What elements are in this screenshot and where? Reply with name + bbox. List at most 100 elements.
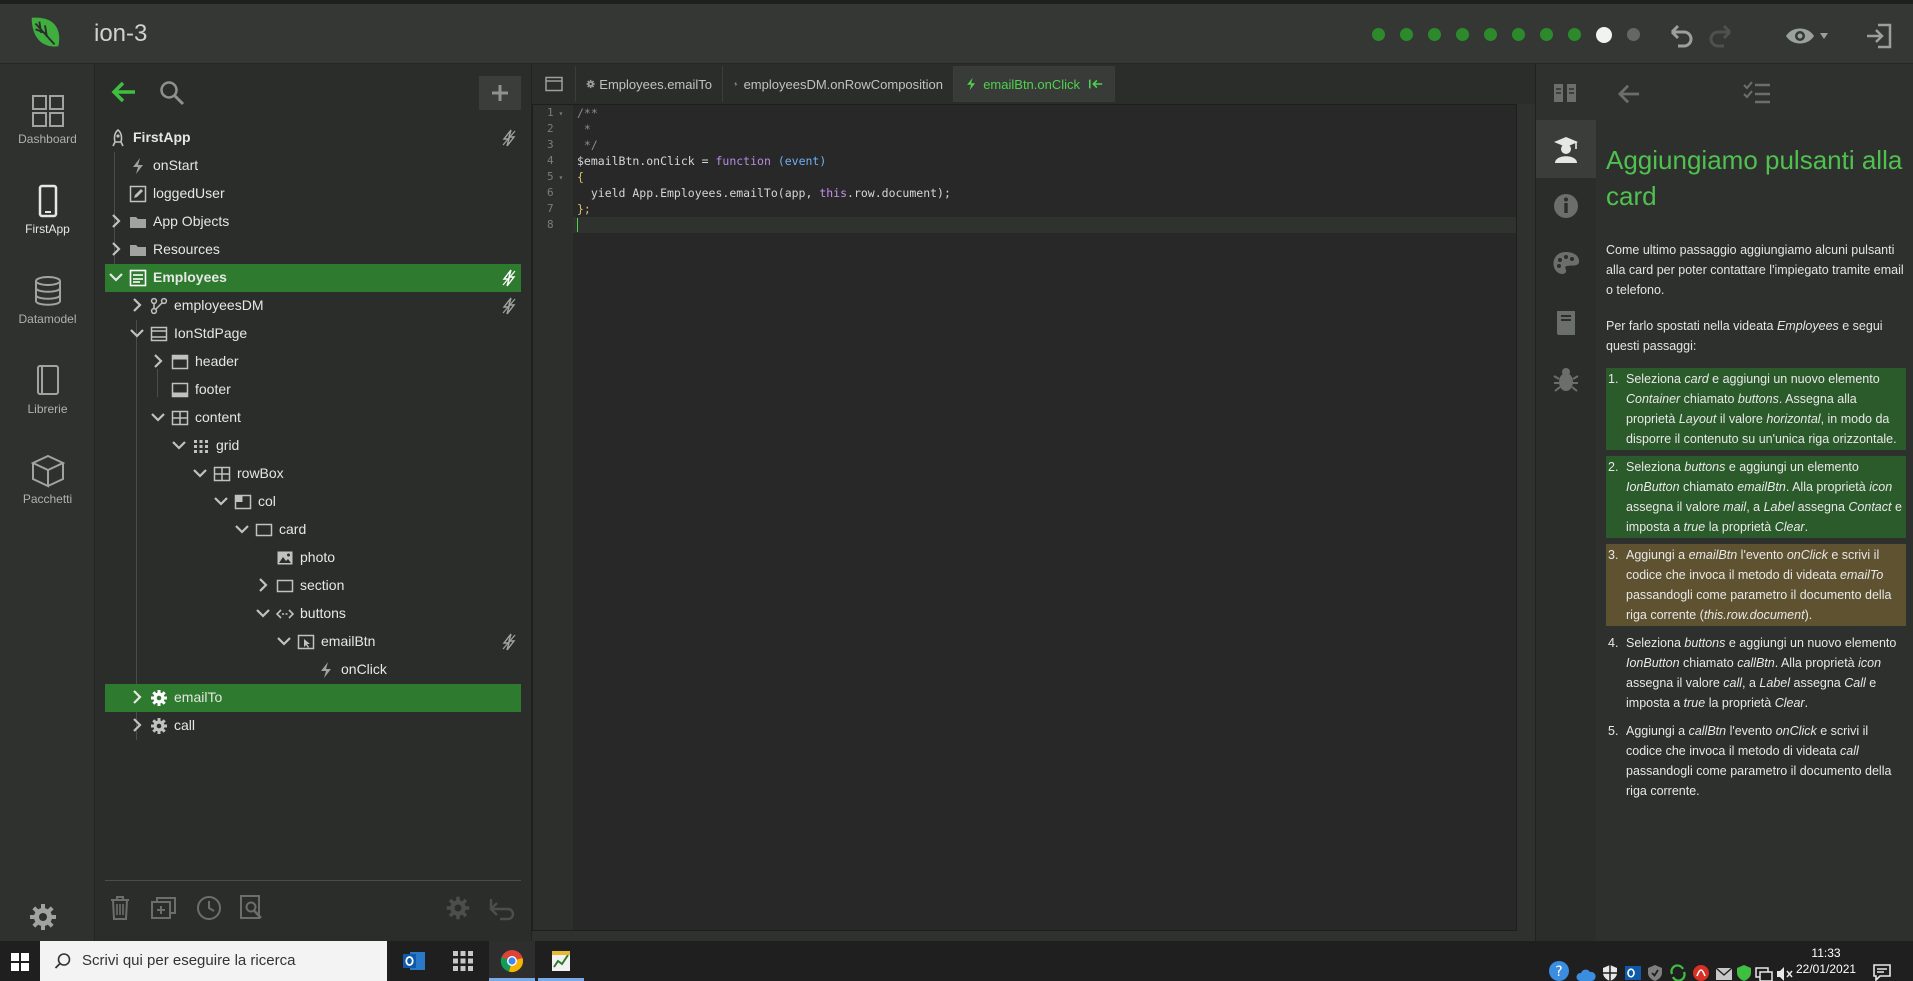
rail-item-firstapp[interactable]: FirstApp bbox=[0, 174, 95, 254]
taskbar-search[interactable]: Scrivi qui per eseguire la ricerca bbox=[40, 941, 387, 981]
progress-step[interactable] bbox=[1512, 28, 1525, 41]
trash-icon[interactable] bbox=[109, 895, 131, 921]
tree-node-app-objects[interactable]: App Objects bbox=[105, 208, 521, 236]
tree-node-section[interactable]: section bbox=[105, 572, 521, 600]
pin-back-icon[interactable] bbox=[1088, 77, 1104, 91]
rail-item-pacchetti[interactable]: Pacchetti bbox=[0, 444, 95, 524]
preview-eye-icon[interactable] bbox=[1784, 22, 1830, 50]
security-tray-icon[interactable] bbox=[1735, 953, 1753, 981]
progress-step-current[interactable] bbox=[1596, 26, 1612, 43]
chevron-right-icon[interactable] bbox=[109, 242, 123, 256]
help-tray-icon[interactable]: ? bbox=[1548, 951, 1570, 981]
code-editor[interactable]: 1 ▾ 2 3 4 5 ▾ 6 7 8 /** * */ $emailBtn.o… bbox=[532, 104, 1517, 931]
taskbar-ion-app[interactable] bbox=[538, 941, 584, 981]
network-icon[interactable] bbox=[1755, 954, 1773, 981]
chevron-right-icon[interactable] bbox=[151, 354, 165, 368]
tree-node-photo[interactable]: photo bbox=[105, 544, 521, 572]
chevron-down-icon[interactable] bbox=[109, 270, 123, 284]
tree-node-resources[interactable]: Resources bbox=[105, 236, 521, 264]
tree-node-footer[interactable]: footer bbox=[105, 376, 521, 404]
duplicate-icon[interactable] bbox=[150, 895, 178, 921]
tree-node-content[interactable]: content bbox=[105, 404, 521, 432]
chevron-down-icon[interactable] bbox=[130, 326, 144, 340]
event-bolt-icon[interactable] bbox=[501, 269, 517, 287]
chevron-down-icon[interactable] bbox=[235, 522, 249, 536]
rail-item-dashboard[interactable]: Dashboard bbox=[0, 84, 95, 164]
chevron-down-icon[interactable] bbox=[151, 410, 165, 424]
taskbar-calculator[interactable] bbox=[440, 941, 486, 981]
progress-step[interactable] bbox=[1400, 28, 1413, 41]
chevron-right-icon[interactable] bbox=[130, 690, 144, 704]
progress-step[interactable] bbox=[1456, 28, 1469, 41]
tree-node-emailto[interactable]: emailTo bbox=[105, 684, 521, 712]
taskbar-chrome[interactable] bbox=[489, 941, 535, 981]
tab-employees-emailto[interactable]: Employees.emailTo bbox=[576, 66, 723, 102]
settings-gear-icon[interactable] bbox=[28, 902, 58, 932]
find-usages-icon[interactable] bbox=[239, 894, 265, 922]
properties-gear-icon[interactable] bbox=[445, 895, 471, 921]
progress-step[interactable] bbox=[1372, 28, 1385, 41]
redo-icon[interactable] bbox=[1706, 22, 1736, 50]
tree-node-loggeduser[interactable]: loggedUser bbox=[105, 180, 521, 208]
history-clock-icon[interactable] bbox=[195, 894, 223, 922]
outlook-tray-icon[interactable] bbox=[1624, 953, 1642, 981]
mail-tray-icon[interactable] bbox=[1715, 954, 1733, 981]
notifications-icon[interactable] bbox=[1872, 952, 1892, 981]
tree-node-emailbtn[interactable]: emailBtn bbox=[105, 628, 521, 656]
progress-step[interactable] bbox=[1540, 28, 1553, 41]
search-icon[interactable] bbox=[159, 80, 185, 106]
pdf-tray-icon[interactable] bbox=[1692, 953, 1710, 981]
open-book-icon[interactable] bbox=[1552, 82, 1578, 104]
tree-node-header[interactable]: header bbox=[105, 348, 521, 376]
tree-node-col[interactable]: col bbox=[105, 488, 521, 516]
tab-employeesdm-onrowcomposition[interactable]: employeesDM.onRowComposition bbox=[723, 66, 954, 102]
chevron-down-icon[interactable] bbox=[214, 494, 228, 508]
onedrive-icon[interactable] bbox=[1576, 955, 1596, 981]
back-arrow-icon[interactable] bbox=[111, 80, 137, 104]
tree-node-call[interactable]: call bbox=[105, 712, 521, 740]
tree-node-buttons[interactable]: buttons bbox=[105, 600, 521, 628]
event-bolt-icon[interactable] bbox=[501, 129, 517, 147]
tutorial-teacher-tab[interactable] bbox=[1536, 120, 1596, 178]
tree-node-employeesdm[interactable]: employeesDM bbox=[105, 292, 521, 320]
tree-node-grid[interactable]: grid bbox=[105, 432, 521, 460]
tree-node-onclick[interactable]: onClick bbox=[105, 656, 521, 684]
add-button[interactable] bbox=[479, 76, 521, 110]
undo-icon[interactable] bbox=[1666, 22, 1696, 50]
taskbar-outlook[interactable] bbox=[391, 941, 437, 981]
taskbar-clock[interactable]: 11:33 22/01/2021 bbox=[1796, 945, 1856, 977]
progress-step[interactable] bbox=[1428, 28, 1441, 41]
revert-icon[interactable] bbox=[488, 897, 518, 921]
tree-node-onstart[interactable]: onStart bbox=[105, 152, 521, 180]
rail-item-librerie[interactable]: Librerie bbox=[0, 354, 95, 434]
tutorial-docs-tab[interactable] bbox=[1536, 294, 1596, 352]
chevron-right-icon[interactable] bbox=[130, 718, 144, 732]
progress-step[interactable] bbox=[1627, 28, 1640, 41]
exit-icon[interactable] bbox=[1864, 22, 1894, 50]
tutorial-info-tab[interactable] bbox=[1536, 178, 1596, 236]
rail-item-datamodel[interactable]: Datamodel bbox=[0, 264, 95, 344]
speaker-muted-icon[interactable] bbox=[1775, 954, 1793, 981]
chevron-down-icon[interactable] bbox=[256, 606, 270, 620]
sync-tray-icon[interactable] bbox=[1669, 953, 1687, 981]
checklist-icon[interactable] bbox=[1742, 80, 1772, 106]
tree-node-rowbox[interactable]: rowBox bbox=[105, 460, 521, 488]
progress-step[interactable] bbox=[1568, 28, 1581, 41]
chevron-down-icon[interactable] bbox=[193, 466, 207, 480]
tree-node-firstapp[interactable]: FirstApp bbox=[105, 124, 521, 152]
chevron-right-icon[interactable] bbox=[109, 214, 123, 228]
chevron-down-icon[interactable] bbox=[277, 634, 291, 648]
tutorial-debug-tab[interactable] bbox=[1536, 352, 1596, 410]
progress-step[interactable] bbox=[1484, 28, 1497, 41]
antivirus-tray-icon[interactable] bbox=[1646, 953, 1664, 981]
tree-node-ionstdpage[interactable]: IonStdPage bbox=[105, 320, 521, 348]
back-arrow-icon[interactable] bbox=[1616, 83, 1642, 105]
chevron-right-icon[interactable] bbox=[130, 298, 144, 312]
chevron-down-icon[interactable] bbox=[172, 438, 186, 452]
tree-node-card[interactable]: card bbox=[105, 516, 521, 544]
tab-overview[interactable] bbox=[532, 66, 576, 102]
shield-tray-icon[interactable] bbox=[1601, 953, 1619, 981]
tutorial-theme-tab[interactable] bbox=[1536, 236, 1596, 294]
chevron-right-icon[interactable] bbox=[256, 578, 270, 592]
tab-emailbtn-onclick[interactable]: emailBtn.onClick bbox=[954, 66, 1115, 102]
